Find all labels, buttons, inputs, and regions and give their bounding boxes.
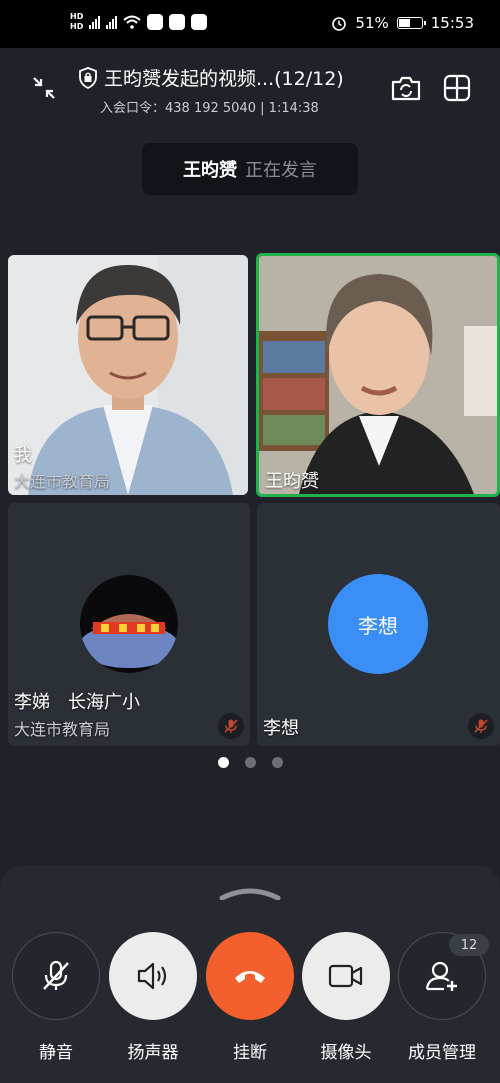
mic-muted-icon [474, 719, 488, 733]
participant-org: 大连市教育局 [14, 472, 111, 491]
avatar-text: 李想 [358, 613, 398, 638]
page-dot-active[interactable] [217, 757, 229, 768]
members-label: 成员管理 [408, 1043, 476, 1063]
grid-icon [443, 74, 471, 102]
participant-name: 我 [14, 445, 32, 466]
speaker-icon [137, 962, 167, 990]
members-count-badge: 12 [449, 934, 489, 956]
participant-tile[interactable]: 李想 李想 [257, 503, 500, 746]
meeting-title-block: 王昀赟发起的视频...(12/12) 入会口令：438 192 5040 | 1… [78, 64, 378, 116]
switch-camera-icon [391, 76, 421, 101]
layout-grid-button[interactable] [437, 68, 477, 108]
participant-org: 大连市教育局 [14, 720, 111, 739]
mic-off-icon [43, 960, 69, 990]
signal-icon [89, 15, 101, 29]
switch-camera-button[interactable] [386, 68, 426, 108]
battery-icon [396, 17, 426, 29]
muted-indicator [468, 713, 494, 739]
mute-button[interactable] [12, 932, 100, 1020]
speaker-label: 扬声器 [127, 1043, 179, 1063]
participant-avatar [80, 575, 178, 673]
minimize-icon [33, 77, 55, 99]
camera-control[interactable]: 摄像头 [301, 932, 391, 1063]
battery-fill [398, 19, 410, 27]
speaker-status: 正在发言 [245, 160, 317, 181]
meeting-header: 王昀赟发起的视频...(12/12) 入会口令：438 192 5040 | 1… [0, 48, 500, 128]
minimize-button[interactable] [24, 68, 64, 108]
app-notification-icon [169, 14, 186, 30]
page-indicator [0, 757, 500, 768]
participant-video [259, 256, 497, 494]
hangup-icon [235, 971, 265, 983]
hangup-control[interactable]: 挂断 [205, 932, 295, 1063]
meeting-subtitle: 入会口令：438 192 5040 | 1:14:38 [78, 97, 378, 116]
hangup-label: 挂断 [233, 1043, 267, 1063]
muted-indicator [218, 713, 244, 739]
add-member-icon [425, 961, 457, 991]
mic-muted-icon [224, 719, 238, 733]
participant-tile[interactable]: 李娣 长海广小 大连市教育局 [8, 503, 250, 746]
participant-name: 李想 [263, 718, 299, 739]
participant-video [8, 255, 248, 495]
current-speaker-indicator: 王昀赟 正在发言 [142, 143, 358, 195]
signal-icon-2 [106, 15, 118, 29]
hangup-button[interactable] [206, 932, 294, 1020]
lock-shield-icon [79, 66, 97, 89]
elapsed-time: 1:14:38 [268, 101, 319, 116]
camera-label: 摄像头 [320, 1043, 372, 1063]
participant-name: 李娣 长海广小 [14, 692, 140, 713]
alarm-icon [332, 17, 347, 31]
speaker-control[interactable]: 扬声器 [108, 932, 198, 1063]
meeting-code-label: 入会口令： [100, 101, 166, 116]
wifi-icon [123, 15, 142, 29]
app-notification-icon [147, 14, 164, 30]
status-indicators: HD HD [70, 12, 208, 32]
status-right: 51% 15:53 [331, 14, 474, 32]
battery-percent: 51% [355, 14, 389, 32]
mute-control[interactable]: 静音 [11, 932, 101, 1063]
status-bar: HD HD 51% 15:53 [0, 0, 500, 48]
mute-label: 静音 [39, 1043, 73, 1063]
video-camera-icon [328, 964, 363, 988]
meeting-title: 王昀赟发起的视频...(12/12) [104, 68, 344, 90]
participant-tile-active[interactable]: 王昀赟 [256, 253, 500, 497]
separator: | [260, 101, 265, 116]
participant-tile-self[interactable]: 我 大连市教育局 [8, 255, 248, 495]
page-dot[interactable] [244, 757, 256, 768]
page-dot[interactable] [271, 757, 283, 768]
meeting-code: 438 192 5040 [165, 101, 256, 116]
participant-avatar: 李想 [328, 574, 428, 674]
control-panel: 静音 扬声器 挂断 摄像头 成员管理 [0, 866, 500, 1083]
app-notification-icon [191, 14, 208, 30]
participant-name: 王昀赟 [265, 471, 319, 492]
hd-indicator: HD HD [70, 12, 84, 31]
speaker-name: 王昀赟 [183, 160, 237, 181]
expand-handle-icon[interactable] [219, 886, 281, 900]
camera-button[interactable] [302, 932, 390, 1020]
speaker-button[interactable] [109, 932, 197, 1020]
clock: 15:53 [430, 14, 474, 32]
